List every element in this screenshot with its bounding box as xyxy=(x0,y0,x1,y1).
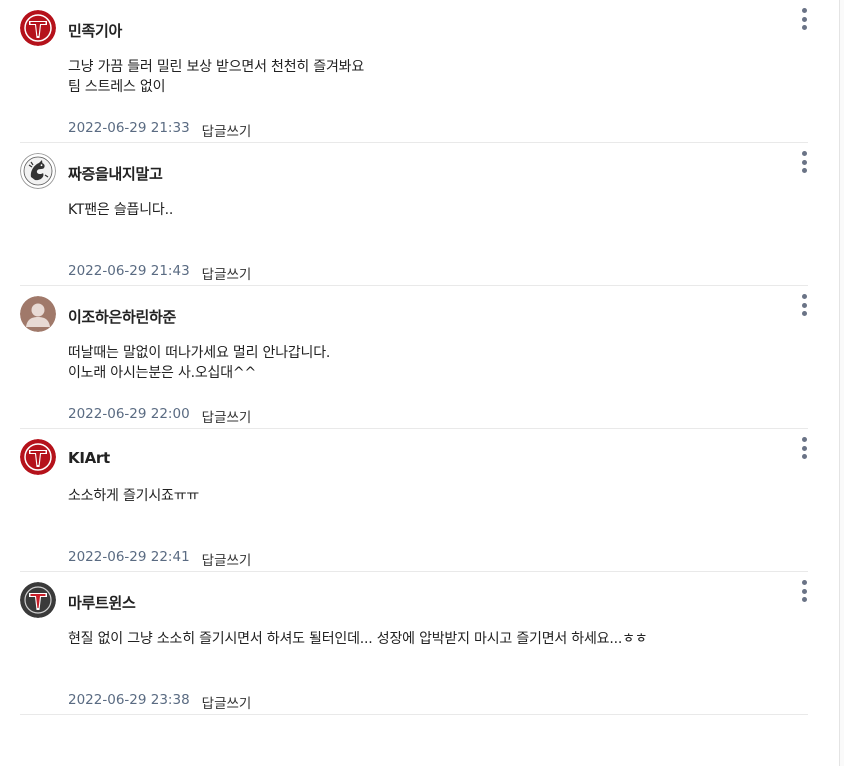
comment-meta: 2022-06-29 21:33 답글쓰기 xyxy=(68,120,251,140)
scrollbar[interactable] xyxy=(839,0,844,766)
comment-meta: 2022-06-29 23:38 답글쓰기 xyxy=(68,692,251,712)
comment-item: 마루트윈스 현질 없이 그냥 소소히 즐기시면서 하셔도 될터인데... 성장에… xyxy=(20,572,808,715)
avatar[interactable] xyxy=(20,10,56,46)
more-options-icon[interactable] xyxy=(800,294,808,316)
kia-tigers-logo-dark-icon xyxy=(20,582,56,618)
comment-date: 2022-06-29 22:41 xyxy=(68,549,190,565)
comment-item: KIArt 소소하게 즐기시죠ㅠㅠ 2022-06-29 22:41 답글쓰기 xyxy=(20,429,808,572)
comment-text: 현질 없이 그냥 소소히 즐기시면서 하셔도 될터인데... 성장에 압박받지 … xyxy=(68,631,648,647)
reply-button[interactable]: 답글쓰기 xyxy=(202,263,252,283)
comment-text: KT팬은 슬픕니다.. xyxy=(68,202,174,218)
avatar[interactable] xyxy=(20,296,56,332)
kia-tigers-logo-icon xyxy=(20,439,56,475)
reply-button[interactable]: 답글쓰기 xyxy=(202,120,252,140)
reply-button[interactable]: 답글쓰기 xyxy=(202,406,252,426)
more-options-icon[interactable] xyxy=(800,8,808,30)
dragon-emblem-icon xyxy=(20,153,56,189)
nickname[interactable]: 마루트윈스 xyxy=(68,592,136,613)
comment-text: 떠날때는 말없이 떠나가세요 멀리 안나갑니다. 이노래 아시는분은 사.오십대… xyxy=(68,345,331,381)
reply-button[interactable]: 답글쓰기 xyxy=(202,692,252,712)
nickname[interactable]: KIArt xyxy=(68,449,110,467)
nickname[interactable]: 짜증을내지말고 xyxy=(68,163,163,184)
comment-meta: 2022-06-29 22:00 답글쓰기 xyxy=(68,406,251,426)
comment-date: 2022-06-29 21:43 xyxy=(68,263,190,279)
more-options-icon[interactable] xyxy=(800,151,808,173)
avatar[interactable] xyxy=(20,439,56,475)
comment-item: 이조하은하린하준 떠날때는 말없이 떠나가세요 멀리 안나갑니다. 이노래 아시… xyxy=(20,286,808,429)
comment-meta: 2022-06-29 21:43 답글쓰기 xyxy=(68,263,251,283)
kia-tigers-logo-icon xyxy=(20,10,56,46)
comment-date: 2022-06-29 23:38 xyxy=(68,692,190,708)
comment-date: 2022-06-29 21:33 xyxy=(68,120,190,136)
avatar[interactable] xyxy=(20,582,56,618)
comment-item: 민족기아 그냥 가끔 들러 밀린 보상 받으면서 천천히 즐겨봐요 팀 스트레스… xyxy=(20,0,808,143)
comment-text: 그냥 가끔 들러 밀린 보상 받으면서 천천히 즐겨봐요 팀 스트레스 없이 xyxy=(68,59,365,95)
comment-date: 2022-06-29 22:00 xyxy=(68,406,190,422)
default-user-icon xyxy=(20,296,56,332)
nickname[interactable]: 이조하은하린하준 xyxy=(68,306,176,327)
comment-text: 소소하게 즐기시죠ㅠㅠ xyxy=(68,488,200,504)
reply-button[interactable]: 답글쓰기 xyxy=(202,549,252,569)
more-options-icon[interactable] xyxy=(800,580,808,602)
comment-meta: 2022-06-29 22:41 답글쓰기 xyxy=(68,549,251,569)
avatar[interactable] xyxy=(20,153,56,189)
nickname[interactable]: 민족기아 xyxy=(68,20,122,41)
comment-list: 민족기아 그냥 가끔 들러 밀린 보상 받으면서 천천히 즐겨봐요 팀 스트레스… xyxy=(0,0,808,715)
more-options-icon[interactable] xyxy=(800,437,808,459)
comment-item: 짜증을내지말고 KT팬은 슬픕니다.. 2022-06-29 21:43 답글쓰… xyxy=(20,143,808,286)
